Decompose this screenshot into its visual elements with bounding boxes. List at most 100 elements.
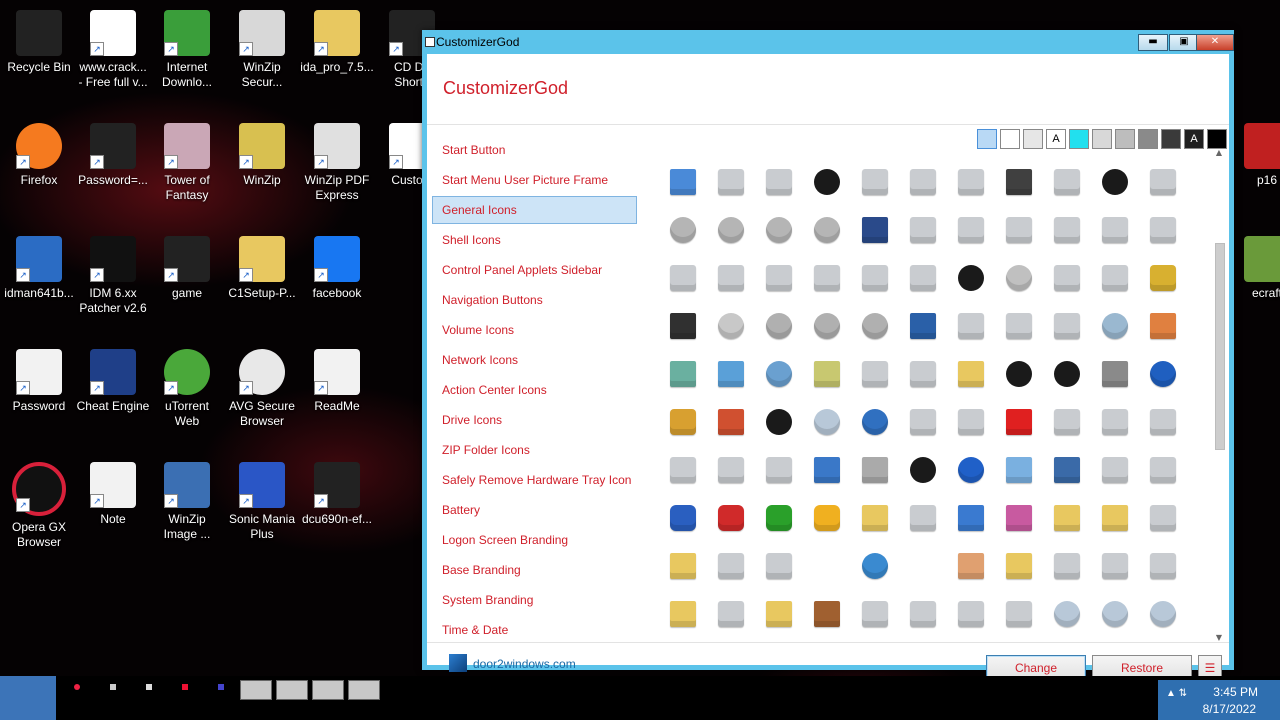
icon-grid-cell[interactable] bbox=[667, 406, 699, 438]
clock-date[interactable]: 8/17/2022 bbox=[1203, 702, 1256, 716]
icon-grid-cell[interactable] bbox=[907, 214, 939, 246]
desktop-shortcut[interactable]: ↗ Note bbox=[74, 462, 152, 527]
desktop-shortcut[interactable]: ↗ ida_pro_7.5... bbox=[298, 10, 376, 75]
icon-grid-cell[interactable] bbox=[667, 214, 699, 246]
icon-grid-cell[interactable] bbox=[955, 598, 987, 630]
taskbar-window-button[interactable] bbox=[312, 680, 344, 700]
nav-item-time-date[interactable]: Time & Date bbox=[432, 616, 637, 644]
icon-grid-cell[interactable] bbox=[1099, 214, 1131, 246]
icon-grid-cell[interactable] bbox=[1051, 310, 1083, 342]
icon-grid-cell[interactable] bbox=[811, 454, 843, 486]
icon-grid-cell[interactable] bbox=[811, 550, 843, 582]
desktop-shortcut[interactable]: ↗ AVG Secure Browser bbox=[223, 349, 301, 429]
desktop-shortcut[interactable]: Recycle Bin bbox=[0, 10, 78, 75]
icon-grid-cell[interactable] bbox=[667, 502, 699, 534]
desktop-shortcut[interactable]: ↗ C1Setup-P... bbox=[223, 236, 301, 301]
desktop-shortcut[interactable]: ↗ Password bbox=[0, 349, 78, 414]
color-swatch[interactable] bbox=[1023, 129, 1043, 149]
icon-grid-cell[interactable] bbox=[955, 262, 987, 294]
scroll-up-icon[interactable]: ▲ bbox=[1213, 148, 1225, 157]
icon-grid-cell[interactable] bbox=[1003, 358, 1035, 390]
icon-grid-cell[interactable] bbox=[667, 358, 699, 390]
icon-grid-cell[interactable] bbox=[667, 454, 699, 486]
start-button[interactable] bbox=[0, 676, 56, 720]
nav-item-shell-icons[interactable]: Shell Icons bbox=[432, 226, 637, 254]
desktop-shortcut[interactable]: ↗ WinZip Image ... bbox=[148, 462, 226, 542]
tray-icons[interactable]: ▲ ⇅ bbox=[1166, 688, 1187, 699]
icon-grid-cell[interactable] bbox=[859, 214, 891, 246]
icon-grid-cell[interactable] bbox=[715, 454, 747, 486]
icon-grid-cell[interactable] bbox=[811, 310, 843, 342]
icon-grid-cell[interactable] bbox=[1099, 454, 1131, 486]
icon-grid-cell[interactable] bbox=[907, 550, 939, 582]
nav-item-volume-icons[interactable]: Volume Icons bbox=[432, 316, 637, 344]
icon-grid-cell[interactable] bbox=[1051, 358, 1083, 390]
nav-item-start-menu-user-picture-frame[interactable]: Start Menu User Picture Frame bbox=[432, 166, 637, 194]
icon-grid-cell[interactable] bbox=[1147, 310, 1179, 342]
icon-grid-cell[interactable] bbox=[1099, 358, 1131, 390]
desktop-shortcut[interactable]: ↗ Internet Downlo... bbox=[148, 10, 226, 90]
icon-grid-cell[interactable] bbox=[1147, 358, 1179, 390]
icon-grid-cell[interactable] bbox=[1099, 166, 1131, 198]
desktop-shortcut[interactable]: ↗ facebook bbox=[298, 236, 376, 301]
icon-grid-cell[interactable] bbox=[907, 262, 939, 294]
icon-grid-cell[interactable] bbox=[715, 502, 747, 534]
desktop-shortcut[interactable]: ↗ www.crack... - Free full v... bbox=[74, 10, 152, 90]
desktop-shortcut[interactable]: p16 bbox=[1228, 123, 1280, 188]
icon-grid-cell[interactable] bbox=[1051, 598, 1083, 630]
icon-grid-cell[interactable] bbox=[811, 598, 843, 630]
icon-grid-cell[interactable] bbox=[1003, 166, 1035, 198]
icon-grid-cell[interactable] bbox=[859, 262, 891, 294]
icon-grid-cell[interactable] bbox=[907, 166, 939, 198]
icon-grid-cell[interactable] bbox=[1051, 406, 1083, 438]
icon-grid-cell[interactable] bbox=[1099, 406, 1131, 438]
nav-item-zip-folder-icons[interactable]: ZIP Folder Icons bbox=[432, 436, 637, 464]
color-swatch[interactable] bbox=[1207, 129, 1227, 149]
nav-item-control-panel-applets-sidebar[interactable]: Control Panel Applets Sidebar bbox=[432, 256, 637, 284]
color-swatch[interactable] bbox=[1069, 129, 1089, 149]
icon-grid-cell[interactable] bbox=[1051, 502, 1083, 534]
icon-grid-cell[interactable] bbox=[1003, 502, 1035, 534]
nav-item-battery[interactable]: Battery bbox=[432, 496, 637, 524]
title-bar[interactable]: CustomizerGod ▬ ▣ ✕ bbox=[422, 30, 1234, 54]
color-swatch[interactable]: A bbox=[1046, 129, 1066, 149]
icon-grid-cell[interactable] bbox=[715, 358, 747, 390]
nav-item-navigation-buttons[interactable]: Navigation Buttons bbox=[432, 286, 637, 314]
icon-grid-cell[interactable] bbox=[1147, 166, 1179, 198]
icon-grid-cell[interactable] bbox=[1099, 262, 1131, 294]
scrollbar-thumb[interactable] bbox=[1215, 243, 1225, 450]
icon-grid-cell[interactable] bbox=[907, 502, 939, 534]
taskbar-window-button[interactable] bbox=[240, 680, 272, 700]
desktop-shortcut[interactable]: ↗ Firefox bbox=[0, 123, 78, 188]
icon-grid-cell[interactable] bbox=[763, 406, 795, 438]
icon-grid-cell[interactable] bbox=[715, 598, 747, 630]
icon-grid-cell[interactable] bbox=[1051, 214, 1083, 246]
icon-grid-cell[interactable] bbox=[763, 310, 795, 342]
icon-grid-cell[interactable] bbox=[1003, 310, 1035, 342]
color-swatch[interactable] bbox=[1138, 129, 1158, 149]
icon-grid-cell[interactable] bbox=[763, 454, 795, 486]
icon-grid-cell[interactable] bbox=[667, 598, 699, 630]
door2windows-link[interactable]: door2windows.com bbox=[449, 654, 576, 672]
icon-grid-cell[interactable] bbox=[811, 214, 843, 246]
icon-grid-cell[interactable] bbox=[715, 406, 747, 438]
maximize-button[interactable]: ▣ bbox=[1169, 34, 1199, 51]
icon-grid-cell[interactable] bbox=[715, 166, 747, 198]
color-swatch[interactable] bbox=[1092, 129, 1112, 149]
icon-grid-cell[interactable] bbox=[1051, 262, 1083, 294]
nav-item-system-branding[interactable]: System Branding bbox=[432, 586, 637, 614]
icon-grid-cell[interactable] bbox=[763, 358, 795, 390]
scroll-down-icon[interactable]: ▼ bbox=[1213, 633, 1225, 642]
close-button[interactable]: ✕ bbox=[1196, 34, 1234, 51]
icon-grid-cell[interactable] bbox=[1099, 550, 1131, 582]
icon-grid-cell[interactable] bbox=[955, 454, 987, 486]
icon-grid-cell[interactable] bbox=[859, 550, 891, 582]
icon-grid-cell[interactable] bbox=[715, 214, 747, 246]
desktop-shortcut[interactable]: ↗ ReadMe bbox=[298, 349, 376, 414]
icon-grid-cell[interactable] bbox=[1003, 454, 1035, 486]
icon-grid-cell[interactable] bbox=[955, 406, 987, 438]
nav-item-drive-icons[interactable]: Drive Icons bbox=[432, 406, 637, 434]
color-swatch[interactable] bbox=[1000, 129, 1020, 149]
icon-grid-cell[interactable] bbox=[715, 262, 747, 294]
icon-grid-cell[interactable] bbox=[859, 454, 891, 486]
